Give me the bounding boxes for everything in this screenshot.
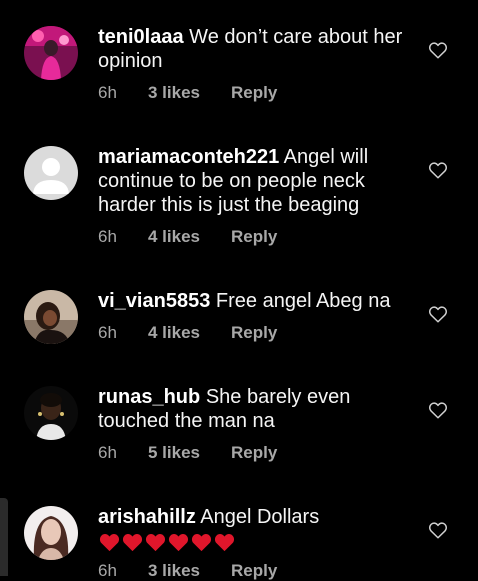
comment-username[interactable]: arishahillz: [98, 506, 196, 528]
comment-likes[interactable]: 5 likes: [148, 443, 231, 463]
avatar-photo-icon: [24, 26, 78, 80]
reply-button[interactable]: Reply: [231, 561, 277, 581]
avatar[interactable]: [24, 386, 78, 440]
red-heart-emoji-icon: [168, 533, 189, 551]
avatar-photo-icon: [24, 386, 78, 440]
comment-meta: 6h 5 likes Reply: [98, 443, 277, 463]
comment-time: 6h: [98, 443, 117, 462]
comment-meta: 6h 4 likes Reply: [98, 323, 277, 343]
reply-button[interactable]: Reply: [231, 443, 277, 463]
heart-outline-icon[interactable]: [428, 161, 448, 179]
red-heart-emoji-icon: [191, 533, 212, 551]
comment-username[interactable]: vi_vian5853: [98, 290, 210, 312]
comment-meta: 6h 3 likes Reply: [98, 83, 277, 103]
avatar-photo-icon: [24, 506, 78, 560]
scroll-edge-indicator: [0, 498, 8, 576]
comment-time: 6h: [98, 561, 117, 580]
reply-button[interactable]: Reply: [231, 227, 277, 247]
comment-body: Angel Dollars: [200, 506, 320, 528]
comment-username[interactable]: mariamaconteh221: [98, 146, 279, 168]
reply-button[interactable]: Reply: [231, 323, 277, 343]
default-avatar-icon: [24, 146, 78, 200]
reply-button[interactable]: Reply: [231, 83, 277, 103]
comment-text: vi_vian5853 Free angel Abeg na: [98, 289, 414, 313]
red-heart-emoji-icon: [214, 533, 235, 551]
heart-outline-icon[interactable]: [428, 521, 448, 539]
comment-likes[interactable]: 3 likes: [148, 561, 231, 581]
red-heart-emoji-icon: [122, 533, 143, 551]
comment-time: 6h: [98, 227, 117, 246]
comment-body: Free angel Abeg na: [215, 290, 391, 312]
comment-meta: 6h 4 likes Reply: [98, 227, 277, 247]
red-heart-emoji-icon: [145, 533, 166, 551]
comment-username[interactable]: runas_hub: [98, 386, 200, 408]
comment-username[interactable]: teni0laaa: [98, 26, 184, 48]
avatar-photo-icon: [24, 290, 78, 344]
comment-likes[interactable]: 4 likes: [148, 227, 231, 247]
heart-outline-icon[interactable]: [428, 305, 448, 323]
heart-outline-icon[interactable]: [428, 401, 448, 419]
comment-time: 6h: [98, 323, 117, 342]
comment-likes[interactable]: 3 likes: [148, 83, 231, 103]
comment-likes[interactable]: 4 likes: [148, 323, 231, 343]
comment-text: runas_hub She barely even touched the ma…: [98, 385, 414, 433]
red-heart-emoji-icon: [99, 533, 120, 551]
avatar[interactable]: [24, 290, 78, 344]
comment-meta: 6h 3 likes Reply: [98, 561, 277, 581]
comment-text: arishahillz Angel Dollars: [98, 505, 414, 553]
comment-time: 6h: [98, 83, 117, 102]
heart-emoji-row: [98, 529, 414, 553]
avatar[interactable]: [24, 146, 78, 200]
avatar[interactable]: [24, 506, 78, 560]
comment-text: mariamaconteh221 Angel will continue to …: [98, 145, 414, 217]
avatar[interactable]: [24, 26, 78, 80]
comment-text: teni0laaa We don’t care about her opinio…: [98, 25, 414, 73]
heart-outline-icon[interactable]: [428, 41, 448, 59]
